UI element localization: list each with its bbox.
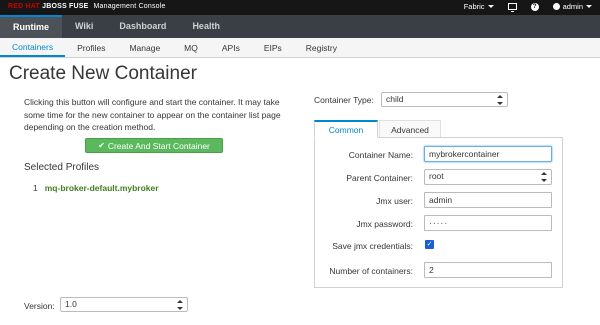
check-icon: ✔	[98, 141, 105, 150]
save-jmx-credentials-checkbox[interactable]: ✓	[425, 240, 434, 249]
sub-nav-registry[interactable]: Registry	[294, 38, 349, 57]
main-nav: Runtime Wiki Dashboard Health	[0, 15, 600, 38]
sub-nav-eips[interactable]: EIPs	[252, 38, 294, 57]
version-label: Version:	[24, 301, 55, 311]
user-menu[interactable]: admin	[552, 2, 592, 11]
parent-container-value: root	[429, 171, 444, 181]
user-menu-label: admin	[562, 2, 583, 11]
profile-link[interactable]: mq-broker-default.mybroker	[45, 183, 159, 193]
help-button[interactable]: ?	[530, 2, 539, 11]
jmx-user-label: Jmx user:	[376, 196, 413, 206]
updown-select-icon	[541, 172, 547, 182]
brand-console-text: Management Console	[93, 3, 166, 10]
jmx-password-label: Jmx password:	[356, 219, 413, 229]
container-type-value: child	[386, 94, 404, 104]
page-title: Create New Container	[9, 63, 197, 84]
jmx-password-input[interactable]: ·····	[424, 215, 552, 231]
caret-down-icon	[487, 5, 494, 8]
selected-profiles-heading: Selected Profiles	[24, 162, 100, 173]
sub-nav-apis[interactable]: APIs	[210, 38, 252, 57]
main-nav-health[interactable]: Health	[179, 15, 233, 38]
sub-nav-mq[interactable]: MQ	[172, 38, 210, 57]
create-and-start-button[interactable]: ✔ Create And Start Container	[85, 138, 223, 153]
user-icon	[552, 3, 560, 10]
brand-product-text: JBOSS FUSE	[40, 3, 89, 10]
sub-nav: Containers Profiles Manage MQ APIs EIPs …	[0, 38, 600, 58]
tab-common[interactable]: Common	[314, 120, 378, 138]
sub-nav-manage[interactable]: Manage	[117, 38, 172, 57]
create-button-label: Create And Start Container	[107, 140, 210, 151]
container-name-label: Container Name:	[348, 150, 413, 160]
number-of-containers-input[interactable]: 2	[424, 262, 552, 278]
tab-advanced[interactable]: Advanced	[379, 120, 441, 138]
fabric-menu-label: Fabric	[463, 2, 485, 11]
brand-red-text: RED HAT	[8, 3, 40, 10]
create-description: Clicking this button will configure and …	[24, 97, 281, 132]
profile-list-item: 1 mq-broker-default.mybroker	[33, 183, 159, 193]
profile-number: 1	[33, 183, 38, 193]
monitor-icon	[507, 3, 517, 12]
version-select-value: 1.0	[65, 299, 77, 309]
sub-nav-containers[interactable]: Containers	[0, 38, 66, 57]
sub-nav-profiles[interactable]: Profiles	[65, 38, 117, 57]
parent-container-label: Parent Container:	[346, 173, 413, 183]
main-nav-runtime[interactable]: Runtime	[0, 15, 62, 38]
number-of-containers-label: Number of containers:	[329, 266, 413, 276]
parent-container-select[interactable]: root	[424, 169, 552, 185]
container-type-select[interactable]: child	[381, 92, 508, 107]
monitor-button[interactable]	[507, 3, 517, 12]
updown-select-icon	[177, 300, 183, 310]
top-header: RED HAT JBOSS FUSE Management Console Fab…	[0, 0, 600, 15]
jmx-user-input[interactable]: admin	[424, 192, 552, 208]
main-nav-wiki[interactable]: Wiki	[62, 15, 106, 38]
caret-down-icon	[586, 5, 592, 8]
main-nav-dashboard[interactable]: Dashboard	[106, 15, 179, 38]
header-actions: Fabric ? admin	[464, 2, 592, 12]
container-type-label: Container Type:	[314, 95, 374, 105]
fabric-menu[interactable]: Fabric	[464, 2, 494, 11]
save-jmx-credentials-label: Save jmx credentials:	[332, 241, 413, 251]
brand-logo[interactable]: RED HAT JBOSS FUSE Management Console	[8, 3, 166, 10]
help-icon: ?	[530, 2, 539, 11]
updown-select-icon	[497, 95, 503, 105]
container-name-input[interactable]: mybrokercontainer	[424, 146, 552, 162]
version-select[interactable]: 1.0	[60, 297, 188, 312]
